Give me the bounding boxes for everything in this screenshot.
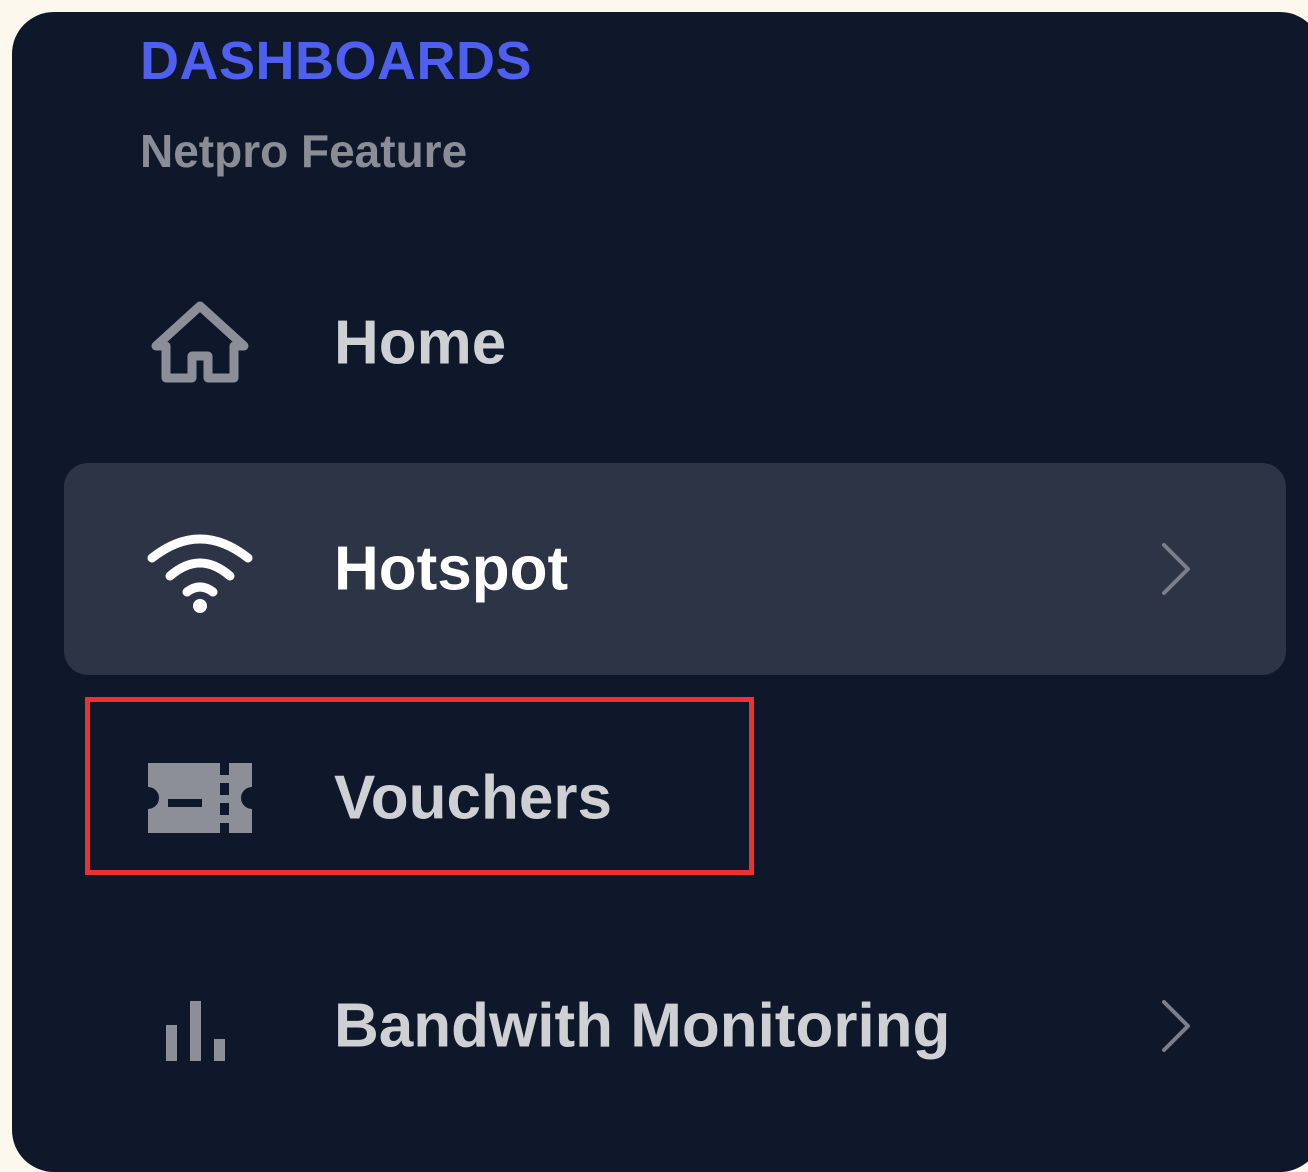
sidebar-item-bandwith-monitoring[interactable]: Bandwith Monitoring xyxy=(64,920,1286,1132)
sidebar-item-label: Home xyxy=(334,308,507,378)
chevron-right-icon xyxy=(1156,539,1196,599)
sidebar-item-label: Vouchers xyxy=(334,763,612,833)
chevron-right-icon xyxy=(1156,996,1196,1056)
sidebar-item-vouchers[interactable]: Vouchers xyxy=(64,692,1286,904)
section-subtitle: Netpro Feature xyxy=(140,125,468,177)
sidebar-item-label: Bandwith Monitoring xyxy=(334,991,951,1061)
section-title: DASHBOARDS xyxy=(140,31,533,91)
sidebar-item-hotspot[interactable]: Hotspot xyxy=(64,463,1286,675)
wifi-icon xyxy=(144,524,256,614)
sidebar-item-label: Hotspot xyxy=(334,534,569,604)
bar-chart-icon xyxy=(144,981,256,1071)
sidebar: DASHBOARDS Netpro Feature Home Hotspot V… xyxy=(12,12,1308,1172)
home-icon xyxy=(144,298,256,388)
ticket-icon xyxy=(144,753,256,843)
sidebar-item-home[interactable]: Home xyxy=(64,237,1286,449)
